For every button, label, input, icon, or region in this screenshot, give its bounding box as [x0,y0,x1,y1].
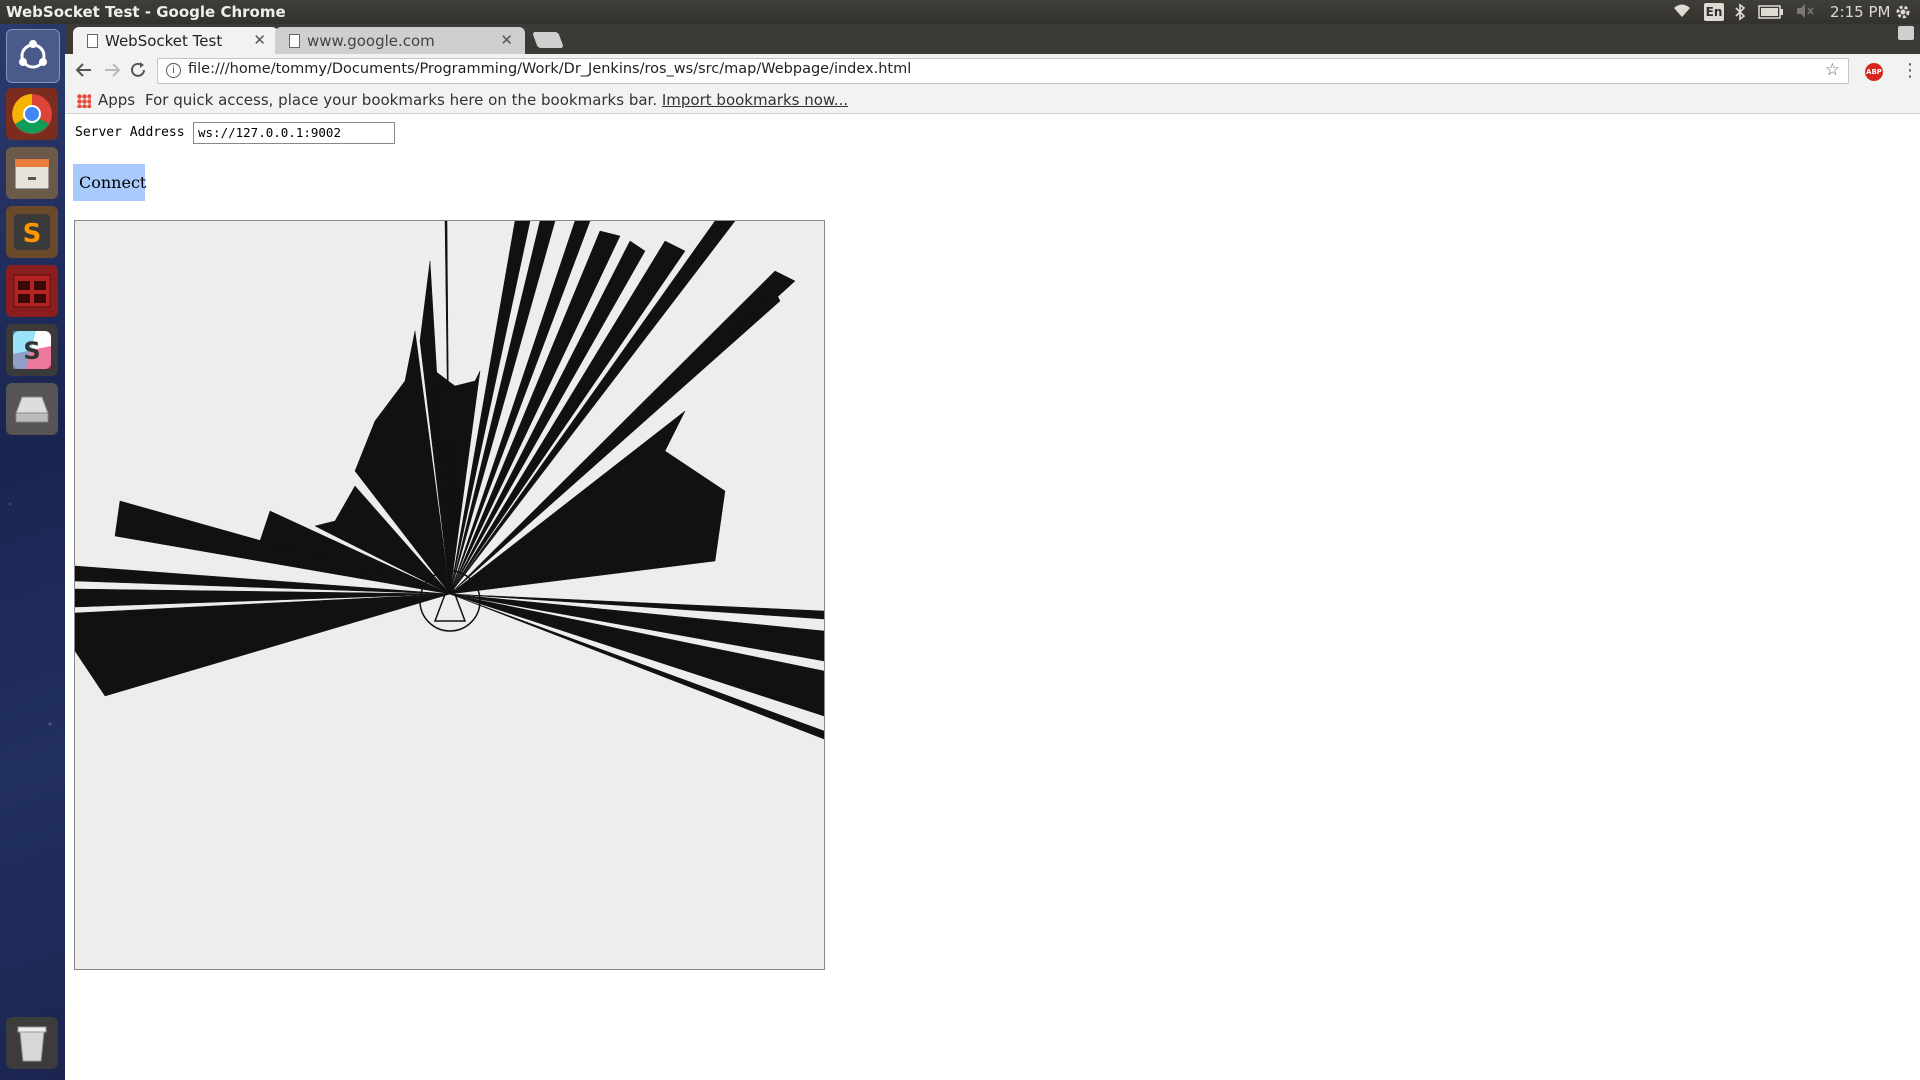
window-title: WebSocket Test - Google Chrome [6,3,286,21]
terminal-icon[interactable] [6,265,58,317]
url-text[interactable]: file:///home/tommy/Documents/Programming… [188,61,911,77]
adblock-icon[interactable]: ABP [1865,63,1883,81]
document-icon [289,34,300,48]
reload-icon[interactable] [129,60,147,84]
top-panel: WebSocket Test - Google Chrome En 2:15 P… [0,0,1920,24]
files-icon[interactable] [6,147,58,199]
tab-google[interactable]: www.google.com ✕ [275,27,525,54]
tab-websocket-test[interactable]: WebSocket Test ✕ [73,27,278,54]
forward-arrow-icon[interactable] [103,60,121,84]
apps-grid-icon[interactable] [77,94,91,108]
import-bookmarks-link[interactable]: Import bookmarks now... [662,91,848,109]
laser-scan-plot [74,220,825,740]
svg-text:S: S [23,219,42,249]
address-bar[interactable]: i file:///home/tommy/Documents/Programmi… [157,58,1849,84]
svg-text:S: S [23,337,40,365]
chrome-icon[interactable] [6,88,58,140]
ubuntu-dash-icon[interactable] [6,29,60,83]
bookmark-star-icon[interactable]: ☆ [1825,60,1840,80]
bookmarks-hint: For quick access, place your bookmarks h… [145,91,848,109]
volume-muted-icon[interactable] [1795,3,1815,23]
server-address-input[interactable]: ws://127.0.0.1:9002 [193,122,395,144]
sublime-text-icon[interactable]: S [6,206,58,258]
close-tab-icon[interactable]: ✕ [500,31,513,49]
close-tab-icon[interactable]: ✕ [253,31,266,49]
slack-icon[interactable]: S [6,324,58,376]
session-gear-icon[interactable] [1894,3,1912,25]
connect-button[interactable]: Connect [73,164,146,201]
bluetooth-icon[interactable] [1734,3,1746,25]
keyboard-language-indicator[interactable]: En [1704,3,1724,21]
map-canvas[interactable] [74,220,825,970]
tab-label: WebSocket Test [105,32,223,50]
document-icon [87,34,98,48]
profile-icon[interactable] [1898,26,1914,40]
battery-icon[interactable] [1758,5,1784,23]
trash-icon[interactable] [6,1017,58,1069]
tab-strip: WebSocket Test ✕ www.google.com ✕ [65,24,1920,54]
menu-icon[interactable]: ⋮ [1901,60,1919,81]
bookmarks-bar: Apps For quick access, place your bookma… [65,88,1920,114]
wifi-icon[interactable] [1672,3,1692,23]
apps-link[interactable]: Apps [98,91,135,109]
server-address-label: Server Address [75,125,185,140]
disk-drive-icon[interactable] [6,383,58,435]
new-tab-button[interactable] [532,32,564,48]
clock[interactable]: 2:15 PM [1830,3,1890,21]
info-icon[interactable]: i [166,63,181,78]
bookmarks-message: For quick access, place your bookmarks h… [145,91,658,109]
page-content: Server Address ws://127.0.0.1:9002 Conne… [65,114,1920,1080]
browser-toolbar: i file:///home/tommy/Documents/Programmi… [65,54,1920,88]
launcher: S S [0,24,65,1080]
tab-label: www.google.com [307,32,435,50]
back-arrow-icon[interactable] [75,60,93,84]
